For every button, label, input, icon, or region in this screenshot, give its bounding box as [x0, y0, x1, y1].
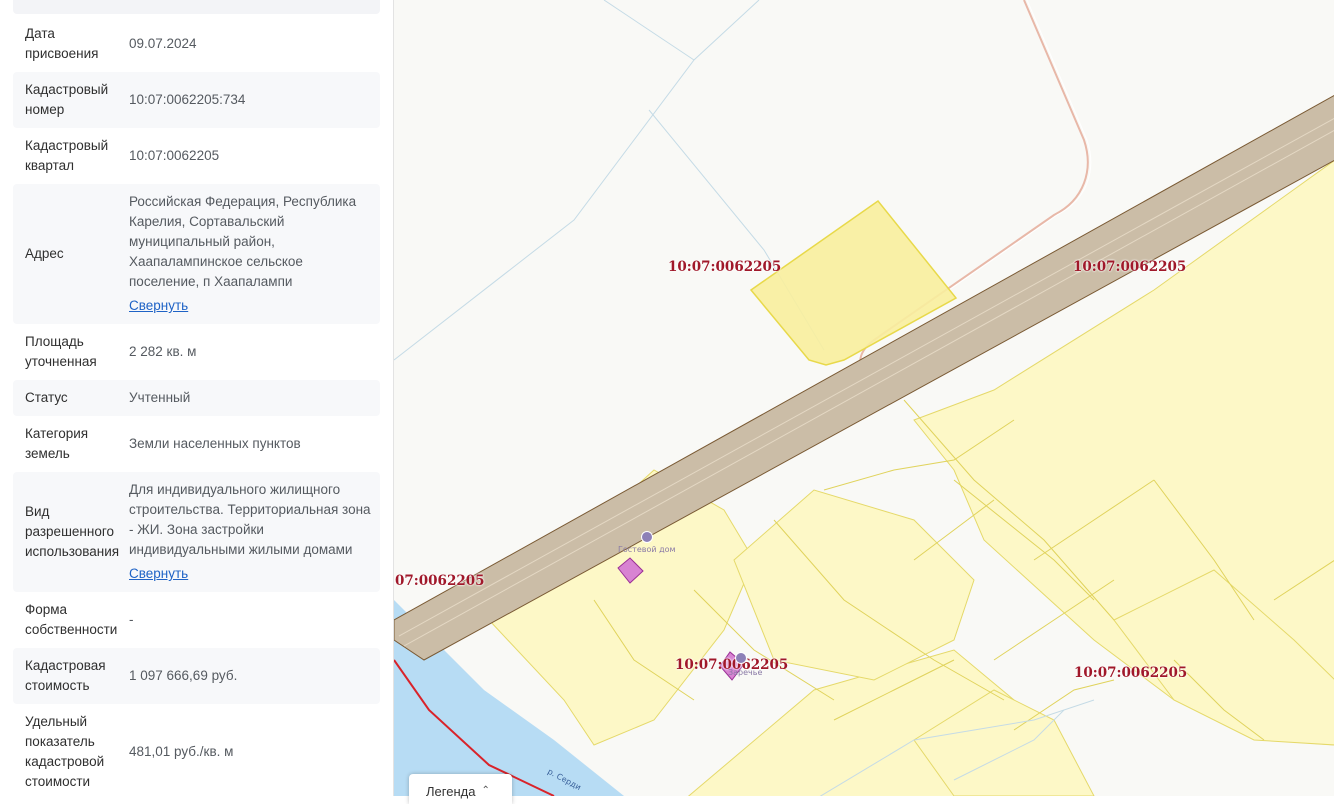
- attribute-value-cell: -: [129, 610, 380, 630]
- collapse-link[interactable]: Свернуть: [129, 564, 188, 584]
- attribute-key: Вид разрешенного использования: [25, 504, 120, 559]
- cadastral-quarter-label: 10:07:0062205: [1074, 665, 1188, 681]
- panel-top-edge: [13, 0, 380, 14]
- attribute-row: Вид разрешенного использования Для индиви…: [13, 472, 380, 592]
- attribute-row: Категория земель Земли населенных пунктов: [13, 416, 380, 472]
- poi-label: Гостевой дом: [618, 545, 676, 554]
- attribute-value: Учтенный: [129, 390, 191, 405]
- attribute-value-cell: Учтенный: [129, 388, 380, 408]
- attribute-row: Дата присвоения 09.07.2024: [13, 16, 380, 72]
- attribute-row: Удельный показатель кадастровой стоимост…: [13, 704, 380, 796]
- attribute-row: Кадастровый номер 10:07:0062205:734: [13, 72, 380, 128]
- attribute-row: Статус Учтенный: [13, 380, 380, 416]
- collapse-link[interactable]: Свернуть: [129, 296, 188, 316]
- attribute-value-cell: 481,01 руб./кв. м: [129, 742, 380, 762]
- attribute-key: Статус: [25, 390, 68, 405]
- attribute-value: -: [129, 612, 134, 627]
- attribute-value-cell: 2 282 кв. м: [129, 342, 380, 362]
- attribute-value-cell: 10:07:0062205:734: [129, 90, 380, 110]
- attribute-key: Форма собственности: [25, 602, 118, 637]
- attribute-value-cell: Земли населенных пунктов: [129, 434, 380, 454]
- attribute-row: Площадь уточненная 2 282 кв. м: [13, 324, 380, 380]
- guest-house-icon[interactable]: [641, 531, 653, 543]
- attribute-value: 10:07:0062205: [129, 148, 220, 163]
- attribute-value: Российская Федерация, Республика Карелия…: [129, 194, 357, 289]
- legend-toggle[interactable]: Легенда ⌃: [409, 774, 512, 804]
- attribute-key: Кадастровый квартал: [25, 138, 109, 173]
- attribute-list: Дата присвоения 09.07.2024 Кадастровый ном…: [13, 16, 380, 796]
- cadastral-quarter-label: 07:0062205: [395, 573, 485, 589]
- attribute-key: Категория земель: [25, 426, 89, 461]
- settlement-icon[interactable]: [735, 652, 747, 664]
- attribute-row: Адрес Российская Федерация, Республика Ка…: [13, 184, 380, 324]
- attribute-value: 481,01 руб./кв. м: [129, 744, 234, 759]
- cadastral-quarter-label: 10:07:0062205: [668, 259, 782, 275]
- attribute-value-cell: 1 097 666,69 руб.: [129, 666, 380, 686]
- attribute-key: Адрес: [25, 246, 64, 261]
- attribute-value: 2 282 кв. м: [129, 344, 197, 359]
- attribute-row: Кадастровый квартал 10:07:0062205: [13, 128, 380, 184]
- poi-label: Заречье: [728, 668, 763, 677]
- attribute-value-cell: 10:07:0062205: [129, 146, 380, 166]
- land-parcel[interactable]: [733, 489, 975, 681]
- attribute-value: Для индивидуального жилищного строительс…: [129, 482, 371, 557]
- object-info-panel[interactable]: Дата присвоения 09.07.2024 Кадастровый ном…: [0, 0, 393, 796]
- attribute-key: Кадастровый номер: [25, 82, 109, 117]
- attribute-key: Удельный показатель кадастровой стоимост…: [25, 714, 105, 789]
- attribute-row: Форма собственности -: [13, 592, 380, 648]
- attribute-value: 1 097 666,69 руб.: [129, 668, 238, 683]
- legend-label: Легенда: [426, 784, 476, 799]
- attribute-row: Кадастровая стоимость 1 097 666,69 руб.: [13, 648, 380, 704]
- map-view[interactable]: 10:07:0062205 10:07:0062205 07:0062205 1…: [393, 0, 1334, 796]
- attribute-value: Земли населенных пунктов: [129, 436, 301, 451]
- attribute-value-cell: Для индивидуального жилищного строительс…: [129, 480, 380, 584]
- cadastral-quarter-label: 10:07:0062205: [1073, 259, 1187, 275]
- attribute-key: Площадь уточненная: [25, 334, 97, 369]
- attribute-value: 09.07.2024: [129, 36, 197, 51]
- attribute-value: 10:07:0062205:734: [129, 92, 246, 107]
- attribute-value-cell: Российская Федерация, Республика Карелия…: [129, 192, 380, 316]
- map-canvas[interactable]: [394, 0, 1334, 796]
- attribute-key: Кадастровая стоимость: [25, 658, 106, 693]
- attribute-key: Дата присвоения: [25, 26, 99, 61]
- attribute-value-cell: 09.07.2024: [129, 34, 380, 54]
